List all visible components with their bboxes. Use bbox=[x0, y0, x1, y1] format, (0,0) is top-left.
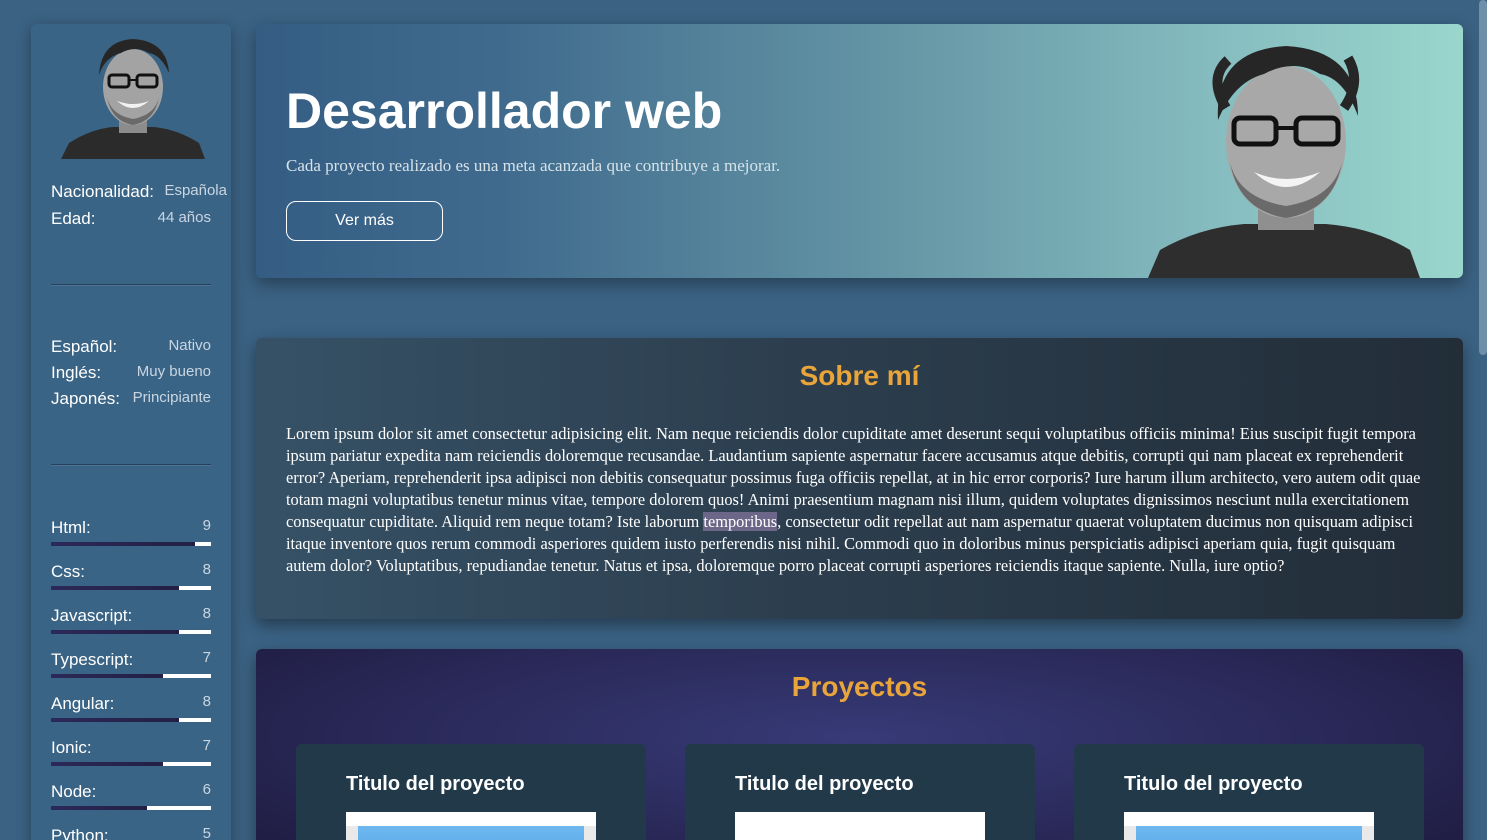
skill-node: Node: 6 bbox=[51, 781, 211, 826]
skill-label: Typescript: bbox=[51, 650, 134, 669]
avatar bbox=[61, 35, 205, 159]
project-card[interactable]: Titulo del proyecto bbox=[1074, 744, 1424, 840]
language-level: Principiante bbox=[132, 389, 211, 406]
skill-bar-fill bbox=[51, 586, 179, 590]
skill-bar-fill bbox=[51, 718, 179, 722]
skill-value: 6 bbox=[202, 781, 211, 798]
project-title: Titulo del proyecto bbox=[735, 773, 914, 795]
skill-css: Css: 8 bbox=[51, 561, 211, 606]
skill-label: Python: bbox=[51, 826, 109, 840]
info-value: Española bbox=[164, 182, 227, 199]
about-text: Lorem ipsum dolor sit amet consectetur a… bbox=[286, 423, 1434, 577]
skill-value: 9 bbox=[202, 517, 211, 534]
divider bbox=[51, 284, 211, 286]
skill-bar bbox=[51, 630, 211, 634]
thumbnail-hero bbox=[1136, 826, 1362, 840]
language-level: Muy bueno bbox=[136, 363, 211, 380]
skill-angular: Angular: 8 bbox=[51, 693, 211, 738]
skill-label: Javascript: bbox=[51, 606, 133, 625]
skill-label: Node: bbox=[51, 782, 97, 801]
info-nationality: Nacionalidad: Española bbox=[51, 182, 227, 206]
info-age: Edad: 44 años bbox=[51, 209, 211, 233]
divider bbox=[51, 464, 211, 466]
project-thumbnail[interactable] bbox=[346, 812, 596, 840]
about-title: Sobre mí bbox=[799, 360, 920, 391]
hero-subtitle: Cada proyecto realizado es una meta acan… bbox=[286, 156, 781, 175]
thumbnail-hero bbox=[358, 826, 584, 840]
skill-bar bbox=[51, 586, 211, 590]
skill-bar-fill bbox=[51, 674, 163, 678]
project-card[interactable]: Titulo del proyecto bbox=[296, 744, 646, 840]
skill-value: 8 bbox=[202, 561, 211, 578]
projects-section: Proyectos Titulo del proyecto Titulo del… bbox=[256, 649, 1463, 840]
skill-typescript: Typescript: 7 bbox=[51, 649, 211, 694]
avatar-photo bbox=[61, 39, 205, 159]
about-section: Sobre mí Lorem ipsum dolor sit amet cons… bbox=[256, 338, 1463, 619]
selected-text: temporibus bbox=[703, 512, 778, 531]
language-japanese: Japonés: Principiante bbox=[51, 389, 211, 413]
language-label: Inglés: bbox=[51, 363, 102, 382]
portrait-photo bbox=[1148, 46, 1420, 278]
language-level: Nativo bbox=[168, 337, 211, 354]
skill-bar-fill bbox=[51, 762, 163, 766]
skill-bar-fill bbox=[51, 806, 147, 810]
language-label: Japonés: bbox=[51, 389, 120, 408]
thumbnail-navbar bbox=[1124, 812, 1374, 826]
skill-bar bbox=[51, 718, 211, 722]
skill-label: Angular: bbox=[51, 694, 115, 713]
language-spanish: Español: Nativo bbox=[51, 337, 211, 361]
ver-mas-button[interactable]: Ver más bbox=[286, 201, 443, 241]
project-card[interactable]: Titulo del proyecto bbox=[685, 744, 1035, 840]
language-label: Español: bbox=[51, 337, 118, 356]
skill-html: Html: 9 bbox=[51, 517, 211, 562]
skill-value: 8 bbox=[202, 605, 211, 622]
info-label: Edad: bbox=[51, 209, 96, 228]
skill-value: 7 bbox=[202, 737, 211, 754]
page-scrollbar-thumb[interactable] bbox=[1479, 0, 1487, 355]
skill-javascript: Javascript: 8 bbox=[51, 605, 211, 650]
hero-portrait bbox=[1148, 38, 1428, 278]
project-title: Titulo del proyecto bbox=[1124, 773, 1303, 795]
skill-label: Ionic: bbox=[51, 738, 92, 757]
project-thumbnail[interactable] bbox=[1124, 812, 1374, 840]
skill-bar bbox=[51, 762, 211, 766]
skill-bar-fill bbox=[51, 542, 195, 546]
page-scrollbar[interactable] bbox=[1478, 0, 1487, 840]
info-label: Nacionalidad: bbox=[51, 182, 155, 201]
skill-value: 5 bbox=[202, 825, 211, 840]
thumbnail-navbar bbox=[735, 812, 985, 826]
skill-ionic: Ionic: 7 bbox=[51, 737, 211, 782]
hero-banner: Desarrollador web Cada proyecto realizad… bbox=[256, 24, 1463, 278]
skill-value: 8 bbox=[202, 693, 211, 710]
skill-bar bbox=[51, 542, 211, 546]
info-value: 44 años bbox=[157, 209, 211, 226]
hero-title: Desarrollador web bbox=[286, 83, 723, 139]
skill-value: 7 bbox=[202, 649, 211, 666]
project-title: Titulo del proyecto bbox=[346, 773, 525, 795]
thumbnail-navbar bbox=[346, 812, 596, 826]
skill-bar bbox=[51, 806, 211, 810]
skill-label: Html: bbox=[51, 518, 91, 537]
sidebar: Nacionalidad: Española Edad: 44 años Esp… bbox=[31, 24, 231, 840]
skill-bar-fill bbox=[51, 630, 179, 634]
skill-label: Css: bbox=[51, 562, 85, 581]
skill-python: Python: 5 bbox=[51, 825, 211, 840]
skill-bar bbox=[51, 674, 211, 678]
projects-title: Proyectos bbox=[791, 671, 928, 702]
language-english: Inglés: Muy bueno bbox=[51, 363, 211, 387]
project-thumbnail[interactable] bbox=[735, 812, 985, 840]
